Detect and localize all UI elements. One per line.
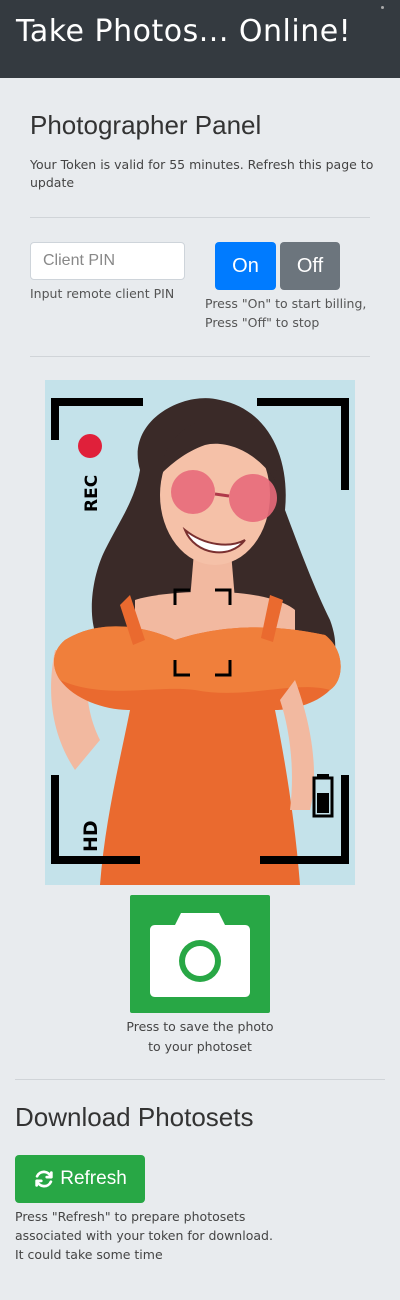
billing-help-text: Press "On" to start billing, Press "Off"…	[205, 296, 367, 330]
client-pin-input[interactable]	[30, 242, 185, 280]
refresh-help-line: It could take some time	[15, 1247, 163, 1262]
billing-on-button[interactable]: On	[215, 242, 276, 290]
billing-off-button[interactable]: Off	[280, 242, 340, 290]
download-photosets-heading: Download Photosets	[15, 1102, 254, 1132]
record-dot-icon	[78, 434, 102, 458]
divider	[15, 1079, 385, 1080]
refresh-help: Press "Refresh" to prepare photosets ass…	[15, 1207, 295, 1264]
top-navbar: Take Photos... Online!	[0, 0, 400, 78]
photographer-panel-heading: Photographer Panel	[30, 110, 262, 140]
token-validity-text: Your Token is valid for 55 minutes. Refr…	[30, 157, 374, 190]
camera-preview: REC HD	[45, 380, 355, 885]
rec-label: REC	[82, 475, 102, 512]
take-photo-help-line: Press to save the photo	[126, 1019, 274, 1034]
client-pin-help: Input remote client PIN	[30, 286, 175, 301]
divider	[30, 217, 370, 218]
app-title: Take Photos... Online!	[16, 14, 352, 49]
refresh-help-line: associated with your token for download.	[15, 1228, 273, 1243]
corner-dot	[381, 6, 384, 9]
camera-preview-illustration: REC HD	[45, 380, 355, 885]
sync-icon	[35, 1170, 53, 1188]
refresh-button[interactable]: Refresh	[15, 1155, 145, 1203]
refresh-button-label: Refresh	[60, 1168, 127, 1189]
take-photo-help-line: to your photoset	[148, 1039, 252, 1054]
camera-icon	[150, 913, 250, 997]
take-photo-help: Press to save the photo to your photoset	[110, 1017, 290, 1057]
refresh-help-line: Press "Refresh" to prepare photosets	[15, 1209, 246, 1224]
hd-label: HD	[80, 820, 102, 852]
divider	[30, 356, 370, 357]
take-photo-button[interactable]	[130, 895, 270, 1013]
